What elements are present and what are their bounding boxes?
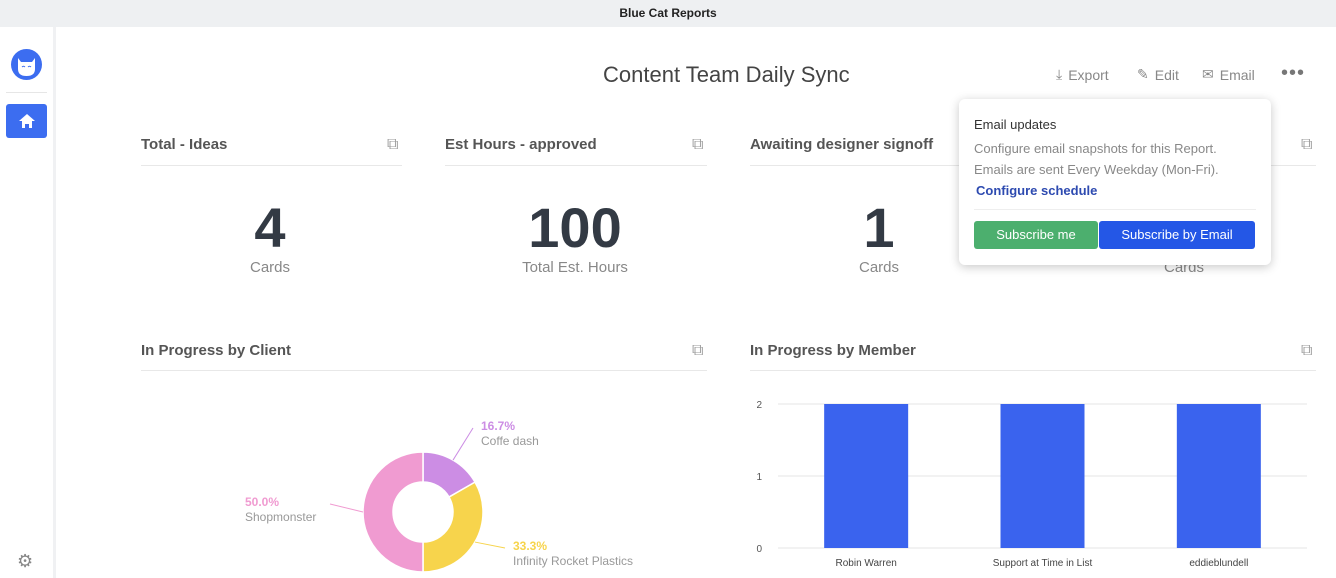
y-tick-label: 0 bbox=[756, 544, 762, 555]
gear-icon[interactable]: ⚙ bbox=[17, 551, 33, 572]
slice-percent: 50.0% bbox=[245, 495, 279, 509]
card-value: 4 bbox=[254, 196, 286, 259]
chart-title: In Progress by Member bbox=[750, 342, 916, 359]
slice-percent: 33.3% bbox=[513, 539, 547, 553]
divider bbox=[141, 370, 707, 371]
external-link-icon[interactable]: ⧉ bbox=[1301, 342, 1314, 359]
donut-slice bbox=[362, 451, 424, 573]
slice-label: Infinity Rocket Plastics bbox=[513, 554, 633, 568]
y-tick-label: 2 bbox=[756, 400, 762, 411]
donut-slice bbox=[422, 481, 484, 573]
bar bbox=[1176, 404, 1261, 548]
slice-label: Shopmonster bbox=[245, 510, 316, 524]
subscribe-me-button[interactable]: Subscribe me bbox=[974, 221, 1098, 249]
card-title: Awaiting designer signoff bbox=[750, 136, 934, 153]
edit-button[interactable]: ✎ Edit bbox=[1137, 66, 1179, 83]
external-link-icon[interactable]: ⧉ bbox=[692, 136, 705, 153]
window-title: Blue Cat Reports bbox=[0, 0, 1336, 27]
leader-line bbox=[329, 503, 364, 513]
external-link-icon[interactable]: ⧉ bbox=[387, 136, 400, 153]
divider bbox=[750, 370, 1316, 371]
x-tick-label: Support at Time in List bbox=[993, 558, 1093, 569]
bar bbox=[1000, 404, 1085, 548]
divider bbox=[141, 165, 402, 166]
export-button[interactable]: ⤓ Export bbox=[1056, 66, 1109, 83]
popover-title: Email updates bbox=[974, 117, 1057, 132]
more-options-icon[interactable]: ••• bbox=[1281, 62, 1305, 85]
popover-text: Emails are sent Every Weekday (Mon-Fri). bbox=[974, 162, 1219, 177]
external-link-icon[interactable]: ⧉ bbox=[1301, 136, 1314, 153]
popover-text: Configure email snapshots for this Repor… bbox=[974, 141, 1217, 156]
x-tick-label: Robin Warren bbox=[836, 558, 897, 569]
page-title: Content Team Daily Sync bbox=[603, 62, 850, 87]
divider bbox=[445, 165, 707, 166]
bar bbox=[824, 404, 909, 548]
cat-logo-icon[interactable] bbox=[11, 49, 42, 80]
card-unit: Cards bbox=[249, 259, 290, 276]
card-unit: Total Est. Hours bbox=[522, 259, 628, 276]
card-title: Total - Ideas bbox=[141, 136, 228, 153]
bar-chart: 0 1 2 Robin Warren Support at Time in List ed… bbox=[756, 400, 1307, 569]
sidebar-item-home[interactable] bbox=[6, 104, 47, 138]
divider bbox=[974, 209, 1256, 210]
download-icon: ⤓ bbox=[1056, 66, 1063, 82]
sidebar-divider bbox=[6, 92, 47, 93]
slice-label: Coffe dash bbox=[481, 434, 539, 448]
configure-schedule-link[interactable]: Configure schedule bbox=[976, 183, 1097, 198]
donut-chart: 16.7%Coffe dash 33.3%Infinity Rocket Plas… bbox=[245, 419, 633, 573]
email-updates-popover: Email updates Configure email snapshots … bbox=[959, 99, 1271, 265]
external-link-icon[interactable]: ⧉ bbox=[692, 342, 705, 359]
email-button[interactable]: ✉ Email bbox=[1202, 66, 1255, 83]
chart-title: In Progress by Client bbox=[141, 342, 292, 359]
subscribe-by-email-button[interactable]: Subscribe by Email bbox=[1099, 221, 1255, 249]
card-value: 100 bbox=[528, 196, 622, 259]
home-icon bbox=[18, 114, 35, 128]
leader-line bbox=[452, 427, 474, 461]
card-title: Est Hours - approved bbox=[445, 136, 597, 153]
y-tick-label: 1 bbox=[756, 472, 762, 483]
pencil-icon: ✎ bbox=[1137, 66, 1149, 82]
slice-percent: 16.7% bbox=[481, 419, 515, 433]
leader-line bbox=[474, 541, 506, 549]
sidebar: ⚙ bbox=[0, 27, 56, 578]
envelope-icon: ✉ bbox=[1202, 66, 1214, 82]
x-tick-label: eddieblundell bbox=[1189, 558, 1248, 569]
